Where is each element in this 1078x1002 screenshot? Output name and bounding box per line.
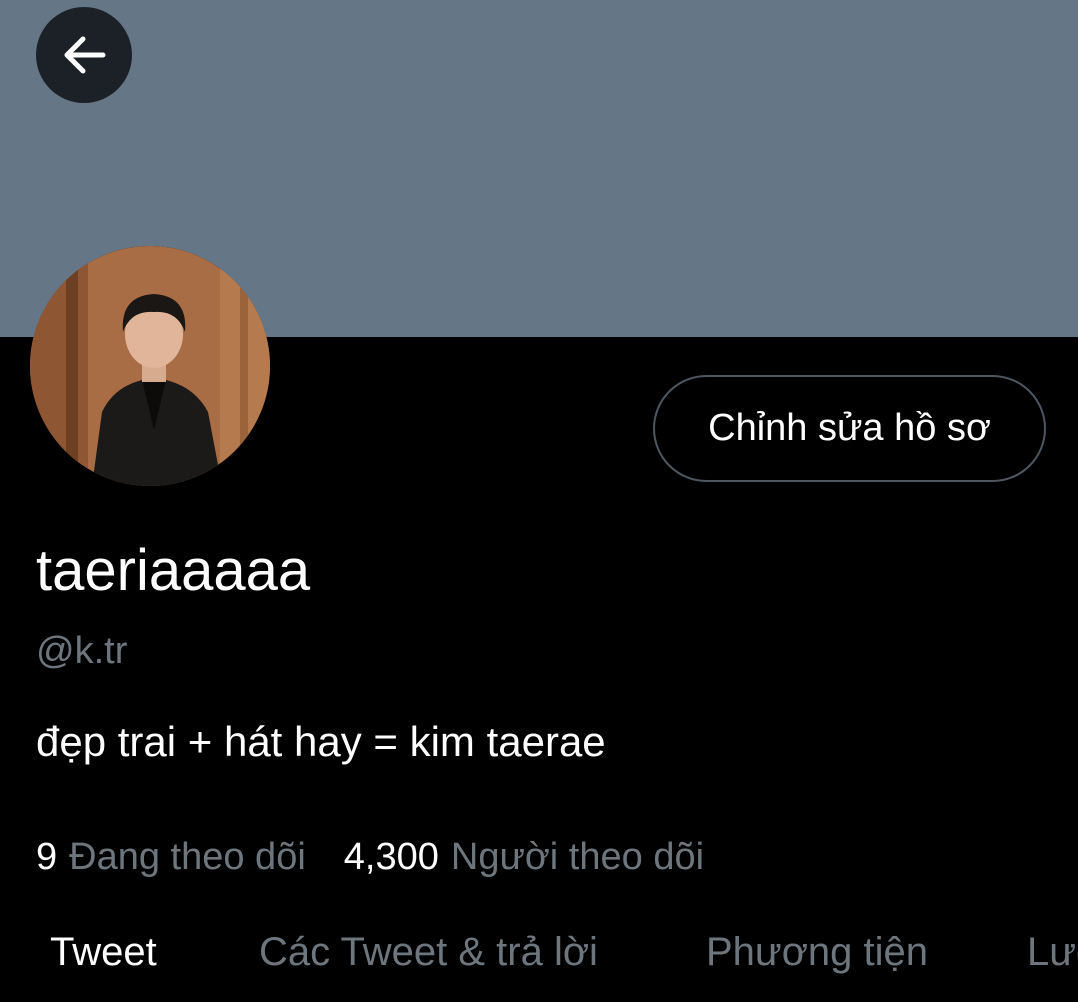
back-button[interactable] <box>36 7 132 103</box>
following-stat[interactable]: 9 Đang theo dõi <box>36 834 306 880</box>
profile-stats: 9 Đang theo dõi 4,300 Người theo dõi <box>36 834 704 880</box>
followers-label: Người theo dõi <box>450 836 705 878</box>
tab-likes[interactable]: Lượt thích <box>1027 928 1078 976</box>
followers-stat[interactable]: 4,300 Người theo dõi <box>344 834 704 880</box>
followers-count: 4,300 <box>343 836 439 878</box>
profile-tabs: Tweet Các Tweet & trả lời Phương tiện Lư… <box>0 920 1078 1002</box>
following-label: Đang theo dõi <box>69 836 306 878</box>
user-handle: @k.tr <box>36 630 128 672</box>
following-count: 9 <box>36 836 58 878</box>
tab-media[interactable]: Phương tiện <box>706 928 928 976</box>
avatar[interactable] <box>30 246 270 486</box>
arrow-left-icon <box>64 36 106 74</box>
profile-bio: đẹp trai + hát hay = kim taerae <box>36 718 606 765</box>
edit-profile-button[interactable]: Chỉnh sửa hồ sơ <box>653 375 1046 482</box>
avatar-photo <box>30 246 270 486</box>
display-name: taeriaaaaa <box>36 538 311 603</box>
tab-tweets-and-replies[interactable]: Các Tweet & trả lời <box>259 928 598 976</box>
tab-tweets[interactable]: Tweet <box>50 928 157 976</box>
